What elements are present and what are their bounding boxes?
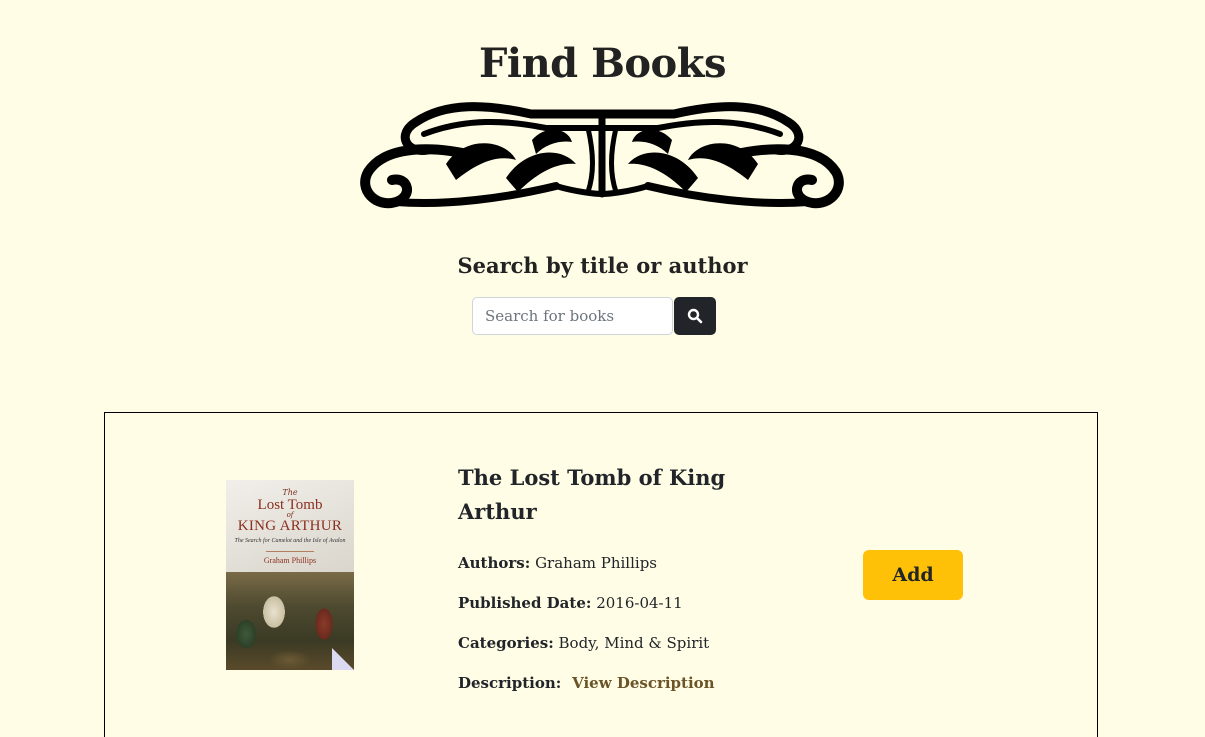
book-info: The Lost Tomb of King Arthur Authors: Gr… [458, 461, 728, 703]
page-curl-icon [332, 648, 354, 670]
search-input[interactable] [472, 297, 673, 335]
published-date-label: Published Date: [458, 594, 592, 612]
categories-row: Categories: Body, Mind & Spirit [458, 623, 728, 663]
add-book-button[interactable]: Add [863, 550, 963, 600]
search-heading: Search by title or author [457, 253, 748, 278]
published-date-row: Published Date: 2016-04-11 [458, 583, 728, 623]
search-icon [687, 308, 703, 324]
search-bar [472, 297, 716, 335]
page: Find Books Search by title or author Sea… [0, 0, 1205, 737]
book-cover-image[interactable]: The Lost Tomb of KING ARTHUR The Search … [226, 480, 354, 670]
categories-label: Categories: [458, 634, 554, 652]
flourish-divider-icon [360, 102, 844, 209]
authors-row: Authors: Graham Phillips [458, 543, 728, 583]
published-date-value: 2016-04-11 [596, 594, 683, 612]
authors-value: Graham Phillips [535, 554, 657, 572]
cover-author: Graham Phillips [263, 556, 317, 565]
cover-line: KING ARTHUR [237, 518, 343, 534]
page-title: Find Books [479, 40, 726, 87]
book-title: The Lost Tomb of King Arthur [458, 465, 726, 524]
cover-subtitle: The Search for Camelot and the Isle of A… [234, 538, 346, 544]
book-result-card: The Lost Tomb of KING ARTHUR The Search … [104, 412, 1098, 737]
cover-divider [266, 551, 314, 552]
categories-value: Body, Mind & Spirit [558, 634, 710, 652]
view-description-link[interactable]: View Description [572, 674, 715, 692]
description-row: Description: View Description [458, 663, 728, 703]
description-label: Description: [458, 674, 562, 692]
cover-line: The [282, 488, 298, 497]
authors-label: Authors: [458, 554, 531, 572]
search-button[interactable] [674, 297, 716, 335]
